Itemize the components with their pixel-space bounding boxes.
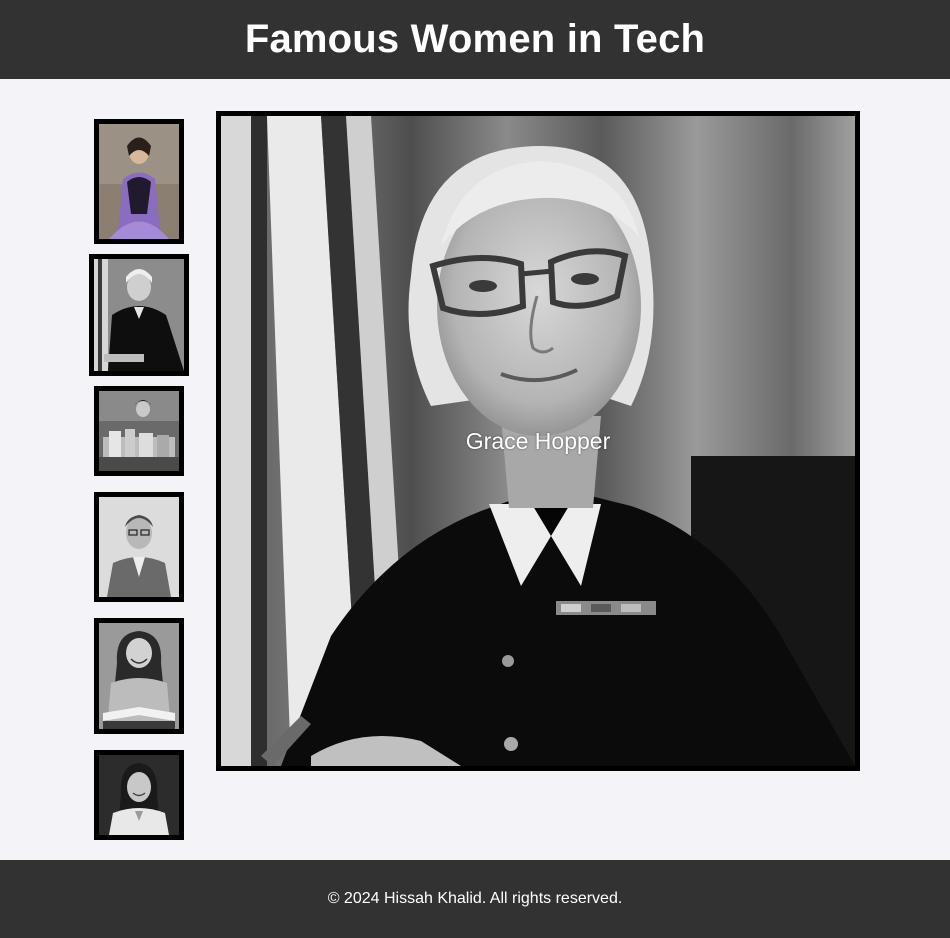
site-footer: © 2024 Hissah Khalid. All rights reserve…	[0, 860, 950, 938]
portrait-painting-thumbnail	[99, 124, 179, 239]
site-header: Famous Women in Tech	[0, 0, 950, 79]
portrait-woman-with-book-thumbnail	[99, 623, 179, 729]
thumbnail-4[interactable]	[94, 492, 184, 602]
featured-image-caption: Grace Hopper	[465, 428, 611, 454]
thumbnail-1[interactable]	[94, 119, 184, 244]
portrait-woman-smiling-thumbnail	[99, 755, 179, 835]
thumbnail-5[interactable]	[94, 618, 184, 734]
portrait-naval-uniform-thumbnail	[94, 259, 184, 371]
portrait-woman-with-glasses-thumbnail	[99, 497, 179, 597]
thumbnail-6[interactable]	[94, 750, 184, 840]
thumbnail-3[interactable]	[94, 386, 184, 476]
portrait-woman-with-equipment-thumbnail	[99, 391, 179, 471]
copyright-text: © 2024 Hissah Khalid. All rights reserve…	[327, 890, 623, 907]
thumbnail-2[interactable]	[89, 254, 189, 376]
featured-image: Grace Hopper	[216, 111, 860, 771]
page-title: Famous Women in Tech	[244, 17, 706, 61]
